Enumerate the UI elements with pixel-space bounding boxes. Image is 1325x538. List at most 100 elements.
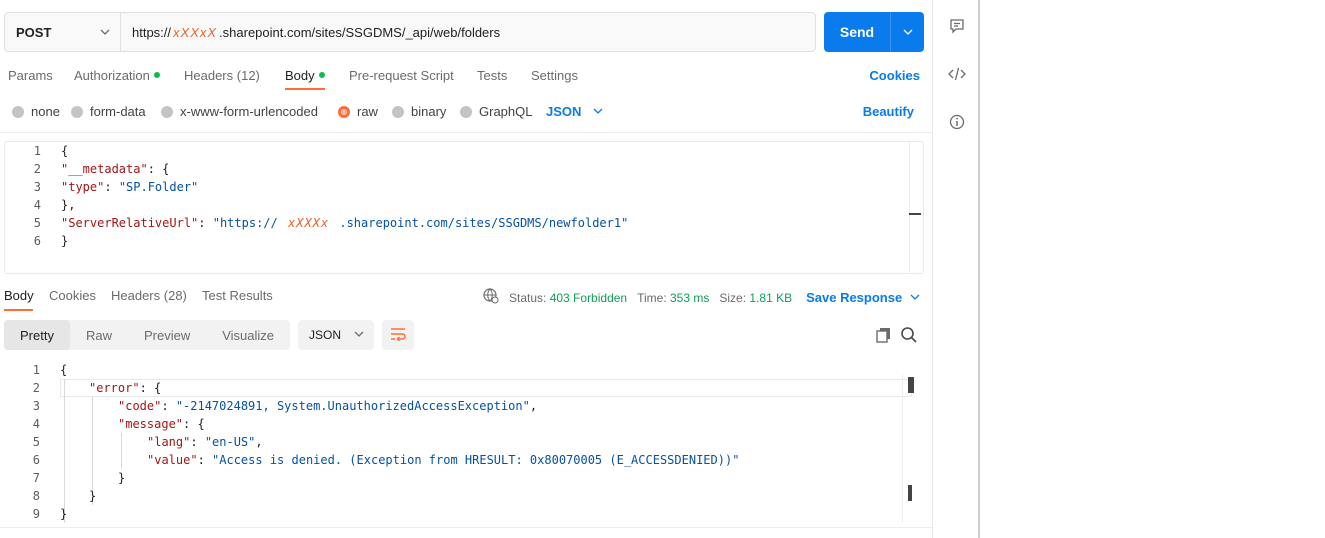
tab-settings[interactable]: Settings <box>531 68 578 83</box>
response-scrollbar[interactable] <box>902 375 916 523</box>
code-token: .sharepoint.com/sites/SSGDMS/newfolder1" <box>339 216 629 230</box>
status-text: Status: 403 Forbidden <box>509 291 627 305</box>
url-redacted-mark: xXXxX <box>173 24 218 40</box>
code-token: "value" <box>147 453 198 467</box>
cookies-link[interactable]: Cookies <box>869 68 920 83</box>
code-token: "-2147024891, System.UnauthorizedAccessE… <box>175 399 530 413</box>
radio-raw[interactable]: raw <box>338 104 378 119</box>
radio-label: GraphQL <box>479 104 533 119</box>
line-number: 5 <box>33 216 41 230</box>
line-number: 5 <box>32 435 40 449</box>
wrap-lines-button[interactable] <box>382 320 415 350</box>
beautify-button[interactable]: Beautify <box>863 104 914 119</box>
code-token: , <box>255 435 263 449</box>
tab-test-results[interactable]: Test Results <box>202 288 273 303</box>
code-icon[interactable] <box>947 64 967 84</box>
size-value[interactable]: 1.81 KB <box>749 291 792 305</box>
code-token: "code" <box>118 399 162 413</box>
divider <box>0 132 932 133</box>
radio-circle <box>161 105 173 118</box>
line-content: } <box>89 489 96 503</box>
tab-response-headers[interactable]: Headers (28) <box>111 288 187 303</box>
globe-icon[interactable] <box>483 288 499 307</box>
code-line: 6 "value": "Access is denied. (Exception … <box>4 451 904 469</box>
view-preview[interactable]: Preview <box>128 320 206 350</box>
request-body-editor[interactable]: 1{2 "__metadata": {3 "type": "SP.Folder" 4}… <box>4 141 924 274</box>
tab-headers[interactable]: Headers (12) <box>184 68 260 83</box>
tab-label: Authorization <box>74 68 150 83</box>
tab-body[interactable]: Body <box>285 68 325 83</box>
size-text: Size: 1.81 KB <box>719 291 792 305</box>
radio-binary[interactable]: binary <box>392 104 446 119</box>
code-token: , <box>529 399 538 413</box>
line-content: } <box>118 471 125 485</box>
body-language-select[interactable]: JSON <box>546 104 603 119</box>
tab-label: Tests <box>477 68 508 83</box>
code-line: 1{ <box>5 142 905 160</box>
line-number: 1 <box>32 363 40 377</box>
chevron-down-icon <box>903 25 913 40</box>
send-button[interactable]: Send <box>824 12 891 52</box>
line-number: 4 <box>32 417 40 431</box>
code-line: 8} <box>4 487 904 505</box>
line-content: "code": "-2147024891, System.Unauthorize… <box>118 399 537 413</box>
tab-pre-request-script[interactable]: Pre-request Script <box>349 68 454 83</box>
response-format-select[interactable]: JSON <box>298 320 375 350</box>
tab-authorization[interactable]: Authorization <box>74 68 160 83</box>
view-raw[interactable]: Raw <box>70 320 128 350</box>
radio-label: raw <box>357 104 378 119</box>
tab-tests[interactable]: Tests <box>477 68 507 83</box>
tab-label: Body <box>4 288 34 303</box>
code-token: "type" <box>61 180 105 194</box>
line-number: 2 <box>33 162 41 176</box>
tab-response-cookies[interactable]: Cookies <box>49 288 96 303</box>
tab-params[interactable]: Params <box>8 68 53 83</box>
tab-label: Settings <box>531 68 578 83</box>
code-token: xXXXx <box>279 216 338 230</box>
save-response-button[interactable]: Save Response <box>806 290 920 305</box>
url-input[interactable]: https://xXXxX .sharepoint.com/sites/SSGDM… <box>121 13 815 51</box>
code-token: "lang" <box>147 435 191 449</box>
code-line: 5 "ServerRelativeUrl": "https:// xXXXx .s… <box>5 214 905 232</box>
copy-icon[interactable] <box>876 327 892 343</box>
radio-x-www-form-urlencoded[interactable]: x-www-form-urlencoded <box>161 104 318 119</box>
code-token: "https:// <box>212 216 278 230</box>
comment-icon[interactable] <box>947 16 967 36</box>
search-icon[interactable] <box>900 326 918 344</box>
line-number: 3 <box>33 180 41 194</box>
time-label: Time: <box>637 290 667 305</box>
line-content: "message": { <box>118 417 205 431</box>
code-line: 1{ <box>4 361 904 379</box>
editor-scrollbar[interactable] <box>909 142 923 273</box>
send-options-button[interactable] <box>891 12 924 52</box>
tab-response-body[interactable]: Body <box>4 288 34 303</box>
chevron-down-icon <box>910 290 920 305</box>
response-body-viewer[interactable]: 1{2 "error": {3 "code": "-2147024891, Syst… <box>4 361 924 526</box>
response-meta: Status: 403 Forbidden Time: 353 ms Size:… <box>483 288 920 307</box>
code-token: } <box>89 489 97 503</box>
method-select[interactable]: POST <box>5 13 121 51</box>
line-content: "error": { <box>89 381 161 395</box>
radio-none[interactable]: none <box>12 104 60 119</box>
info-icon[interactable] <box>947 112 967 132</box>
chevron-down-icon <box>100 25 110 40</box>
code-line: 7} <box>4 469 904 487</box>
request-pane: POST https://xXXxX .sharepoint.com/sites/… <box>0 0 932 538</box>
time-value[interactable]: 353 ms <box>670 291 709 305</box>
radio-form-data[interactable]: form-data <box>71 104 146 119</box>
line-content: } <box>61 234 68 248</box>
footer-divider <box>0 527 932 528</box>
code-token: "SP.Folder" <box>118 180 199 194</box>
code-token: : <box>161 399 176 413</box>
radio-graphql[interactable]: GraphQL <box>460 104 532 119</box>
code-token: : <box>198 216 213 230</box>
code-line: 5 "lang": "en-US", <box>4 433 904 451</box>
line-content: "type": "SP.Folder" <box>61 180 198 194</box>
line-content: "value": "Access is denied. (Exception f… <box>147 453 739 467</box>
status-value[interactable]: 403 Forbidden <box>550 291 627 305</box>
view-pretty[interactable]: Pretty <box>4 320 70 350</box>
radio-circle-selected <box>338 105 350 118</box>
view-visualize[interactable]: Visualize <box>206 320 290 350</box>
code-line: 3 "code": "-2147024891, System.Unauthoriz… <box>4 397 904 415</box>
line-content: { <box>60 363 67 377</box>
